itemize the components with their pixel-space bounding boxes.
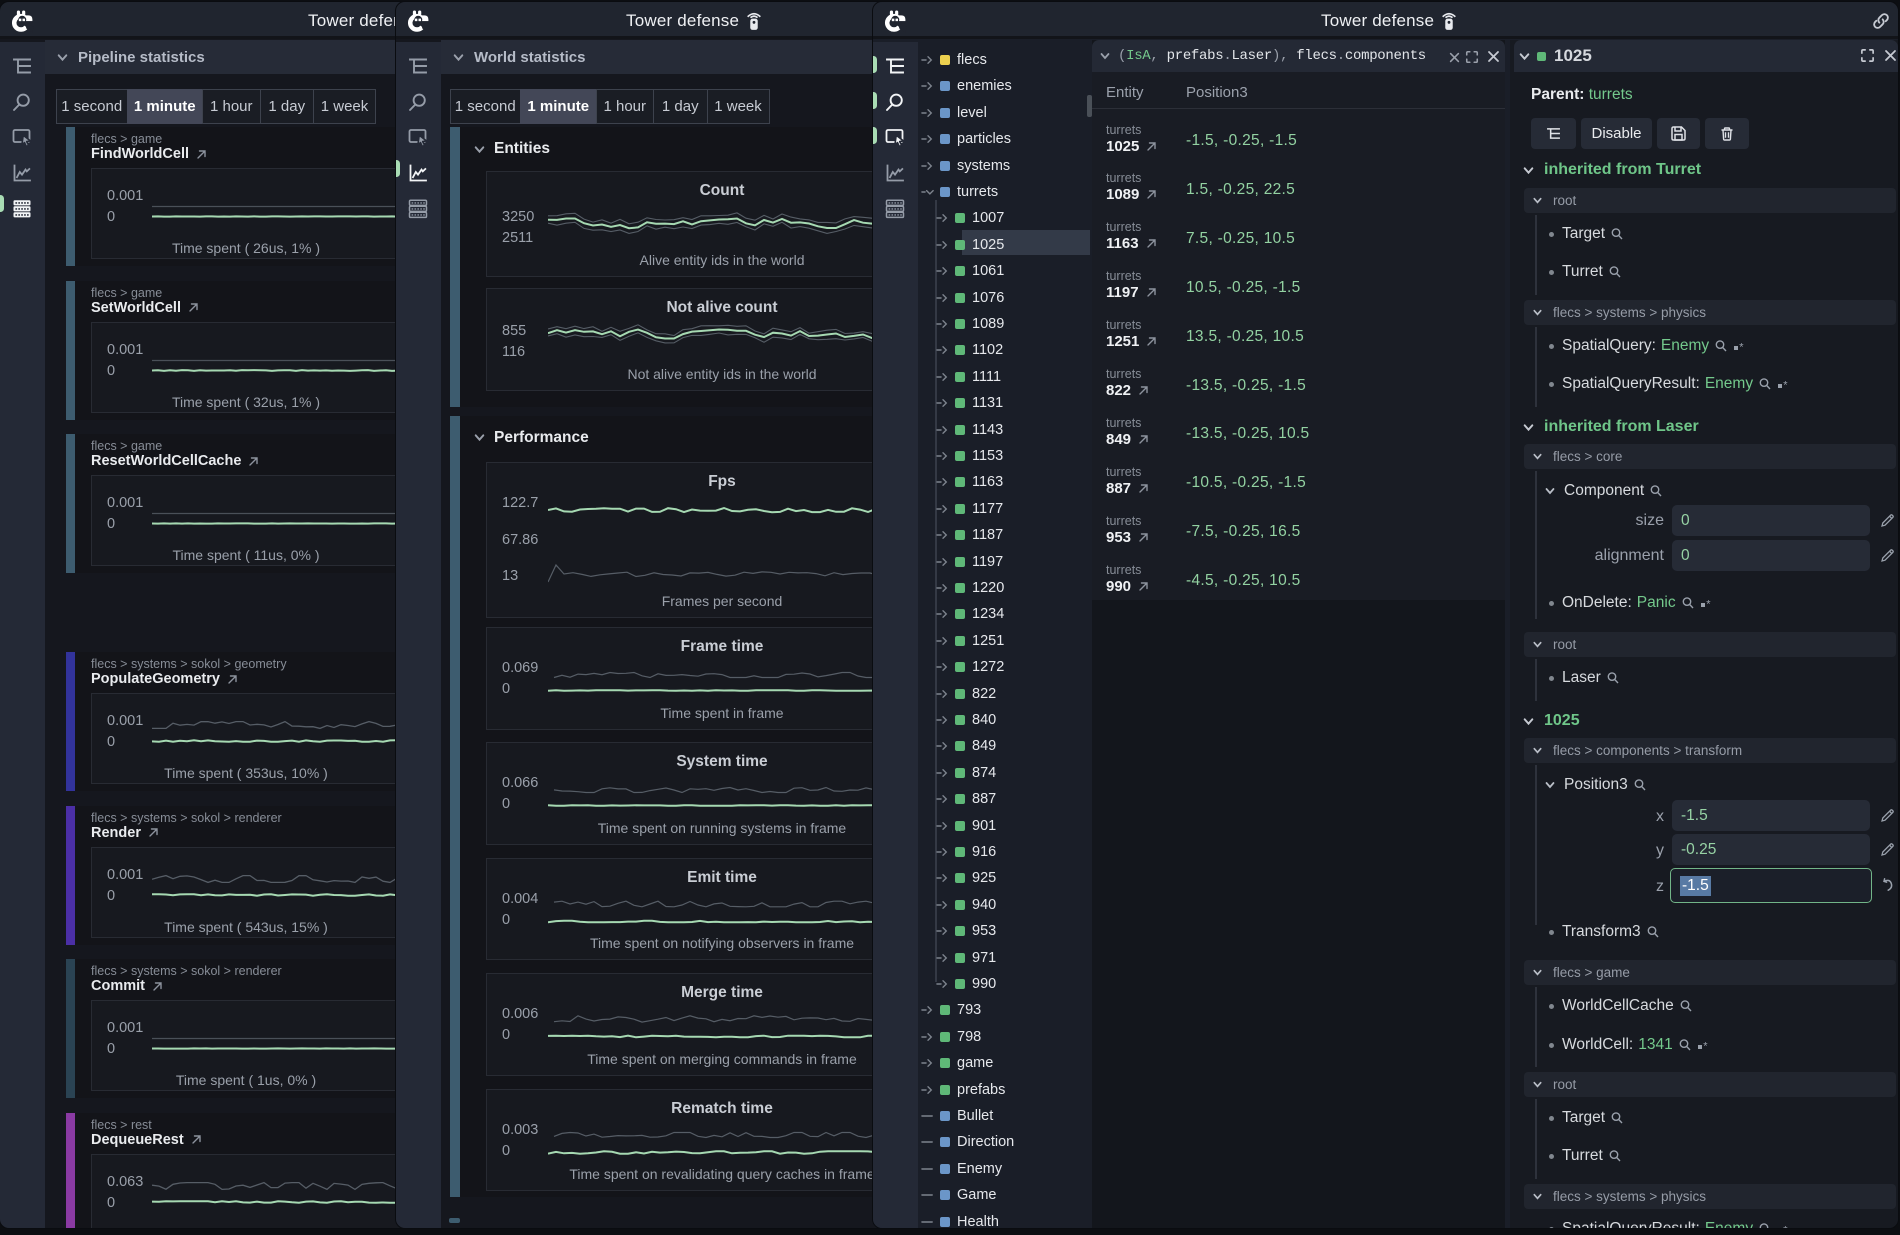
svg-text:*: * xyxy=(1706,598,1711,610)
svg-text:*: * xyxy=(1703,1040,1708,1052)
svg-text:*: * xyxy=(1739,341,1744,353)
svg-text:*: * xyxy=(1783,379,1788,391)
svg-text:*: * xyxy=(1783,1224,1788,1228)
